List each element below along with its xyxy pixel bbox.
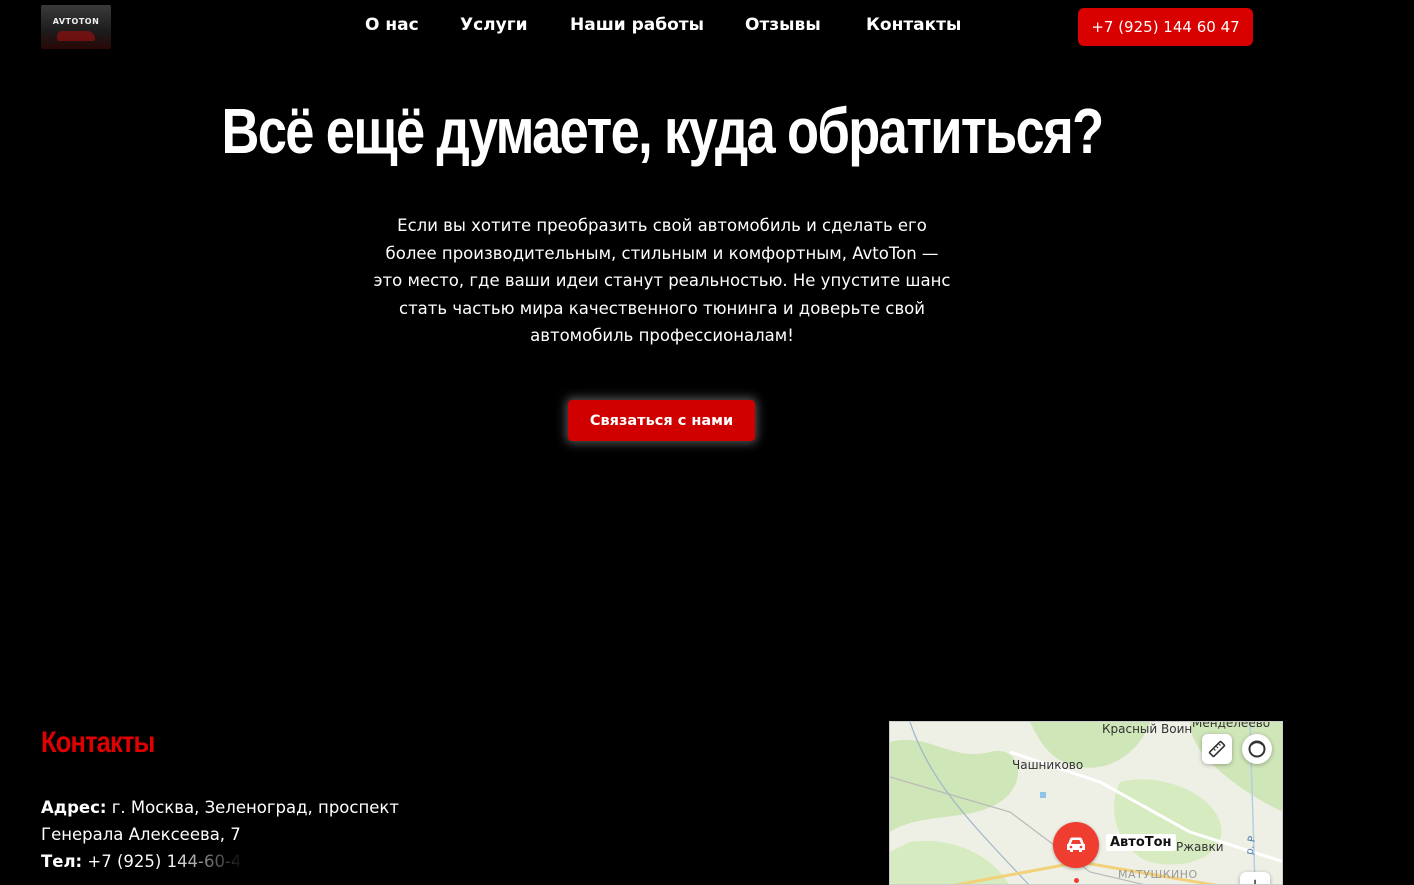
contact-us-button[interactable]: Связаться с нами	[568, 400, 755, 441]
nav-item-about[interactable]: О нас	[365, 15, 419, 35]
map-pin[interactable]	[1053, 822, 1099, 868]
map-label-krasny-voin: Красный Воин	[1102, 722, 1193, 736]
hero-title: Всё ещё думаете, куда обратиться?	[221, 95, 1104, 167]
map-layers-icon[interactable]	[1242, 734, 1272, 764]
nav-item-works[interactable]: Наши работы	[570, 15, 704, 35]
nav-item-reviews[interactable]: Отзывы	[745, 15, 821, 35]
map-label-rzhavki: Ржавки	[1176, 840, 1224, 854]
nav-item-services[interactable]: Услуги	[460, 15, 528, 35]
header-phone-button[interactable]: +7 (925) 144 60 47	[1078, 8, 1253, 46]
map-label-mendeleevo: Менделеево	[1192, 721, 1271, 730]
yandex-map[interactable]: Красный Воин Менделеево Чашниково Ржавки…	[889, 721, 1283, 885]
phone-label: Тел:	[41, 852, 83, 871]
contacts-title: Контакты	[41, 726, 155, 759]
hero-description: Если вы хотите преобразить свой автомоби…	[373, 216, 951, 345]
address-label: Адрес:	[41, 798, 107, 817]
map-pin-point	[1074, 878, 1079, 883]
ruler-icon[interactable]	[1202, 734, 1232, 764]
map-pin-label: АвтоТон	[1106, 834, 1176, 851]
phone-value[interactable]: +7 (925) 144-60-4	[82, 852, 241, 871]
logo-text: AVTOTON	[52, 17, 100, 26]
car-icon	[1067, 837, 1085, 852]
nav-item-contacts[interactable]: Контакты	[866, 15, 961, 35]
logo[interactable]: AVTOTON	[41, 5, 111, 49]
contact-info: Адрес: г. Москва, Зеленоград, проспект Г…	[41, 794, 401, 875]
map-label-chashnikovo: Чашниково	[1012, 758, 1084, 772]
zoom-in-button[interactable]: +	[1240, 872, 1270, 884]
phone-line: Тел: +7 (925) 144-60-4	[41, 848, 401, 875]
map-label-matushkino: МАТУШКИНО	[1118, 868, 1198, 881]
logo-car-graphic	[57, 31, 95, 41]
address-line: Адрес: г. Москва, Зеленоград, проспект Г…	[41, 794, 401, 848]
